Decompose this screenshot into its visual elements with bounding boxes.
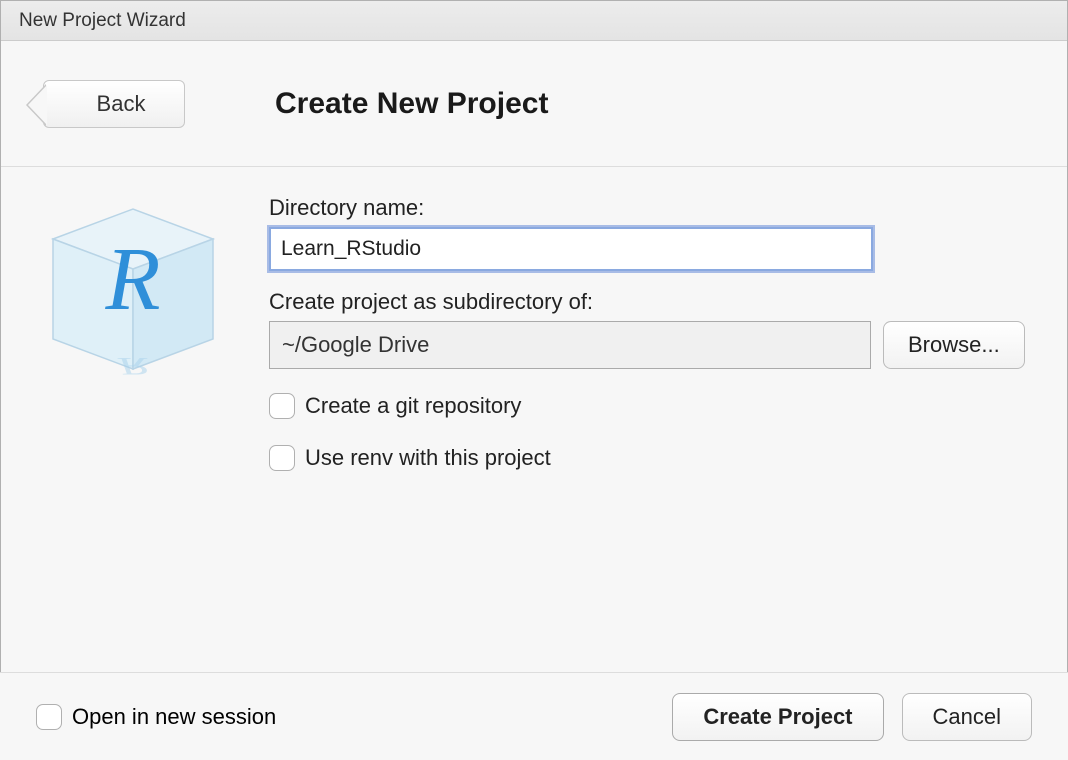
form-column: Directory name: Create project as subdir… xyxy=(269,191,1035,647)
cancel-button[interactable]: Cancel xyxy=(902,693,1032,741)
r-project-cube-icon: R R xyxy=(33,199,233,389)
create-project-button[interactable]: Create Project xyxy=(672,693,883,741)
back-button[interactable]: Back xyxy=(43,80,185,128)
svg-text:R: R xyxy=(116,352,148,380)
cancel-label: Cancel xyxy=(933,704,1001,729)
window-title: New Project Wizard xyxy=(19,10,186,32)
subdirectory-label: Create project as subdirectory of: xyxy=(269,289,1035,315)
browse-button[interactable]: Browse... xyxy=(883,321,1025,369)
browse-button-label: Browse... xyxy=(908,332,1000,357)
back-button-label: Back xyxy=(97,91,146,117)
directory-name-label: Directory name: xyxy=(269,195,1035,221)
renv-checkbox[interactable] xyxy=(269,445,295,471)
wizard-header: Back Create New Project xyxy=(1,41,1067,167)
subdirectory-input[interactable] xyxy=(269,321,871,369)
create-project-label: Create Project xyxy=(703,704,852,729)
directory-name-input[interactable] xyxy=(269,227,873,271)
renv-label: Use renv with this project xyxy=(305,445,551,471)
page-title: Create New Project xyxy=(275,87,548,121)
content-area: R R Directory name: Create project as su… xyxy=(1,167,1067,647)
icon-column: R R xyxy=(33,191,269,647)
svg-text:R: R xyxy=(105,230,161,329)
git-repository-checkbox[interactable] xyxy=(269,393,295,419)
open-new-session-checkbox[interactable] xyxy=(36,704,62,730)
window-titlebar: New Project Wizard xyxy=(1,1,1067,41)
wizard-footer: Open in new session Create Project Cance… xyxy=(0,672,1068,760)
git-repository-label: Create a git repository xyxy=(305,393,521,419)
open-new-session-label: Open in new session xyxy=(72,704,276,730)
